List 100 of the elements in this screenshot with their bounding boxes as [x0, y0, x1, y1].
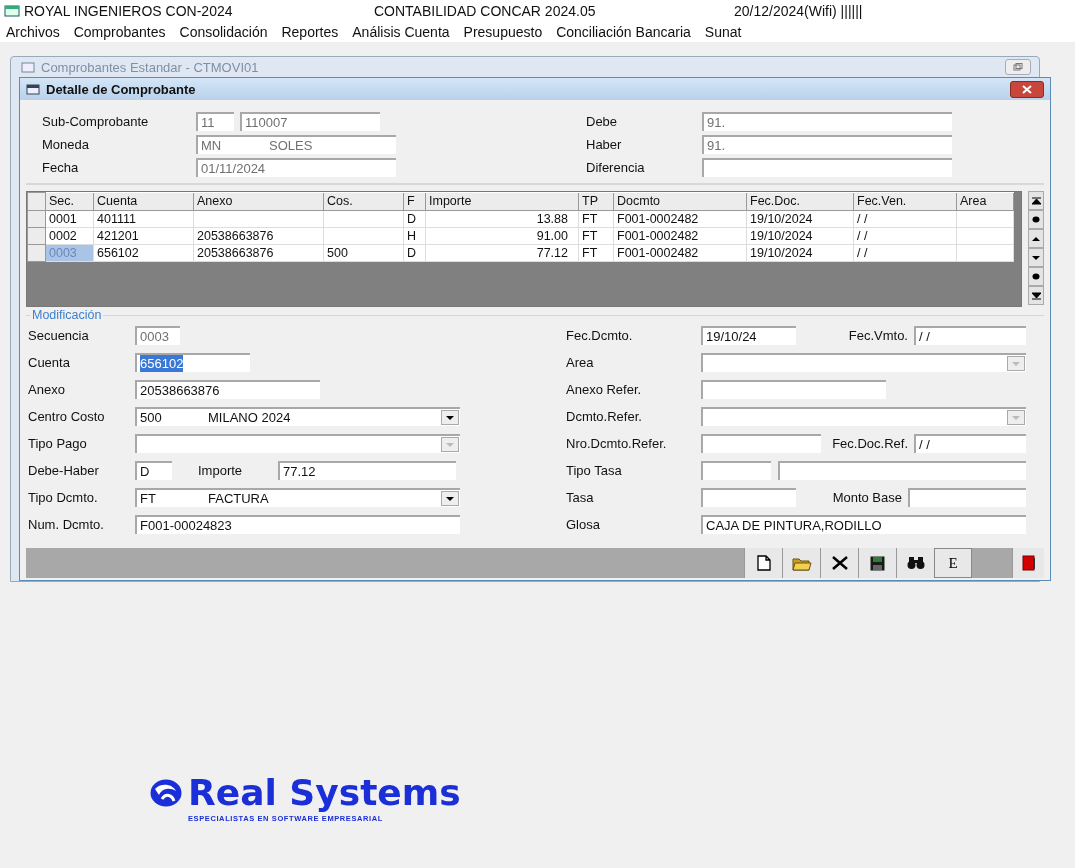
dropdown-field[interactable] [701, 353, 1026, 372]
column-header[interactable]: Fec.Doc. [746, 192, 854, 211]
dropdown-field[interactable] [701, 407, 1026, 426]
menu-item[interactable]: Presupuesto [463, 24, 543, 40]
menu-item[interactable]: Conciliación Bancaria [556, 24, 691, 40]
blank-page-icon [756, 555, 771, 571]
dot-icon [1032, 216, 1040, 223]
window-title: Comprobantes Estandar - CTMOVI01 [41, 59, 259, 75]
column-header[interactable]: Cos. [323, 192, 404, 211]
text-field[interactable]: F001-00024823 [135, 515, 460, 534]
table-cell: 91.00 [425, 227, 579, 245]
field-label: Tipo Dcmto. [27, 490, 99, 505]
restore-icon [1013, 63, 1023, 71]
table-cell: FT [578, 244, 614, 262]
save-button[interactable] [858, 548, 896, 578]
text-field[interactable] [908, 488, 1026, 507]
dropdown-field[interactable] [135, 434, 460, 453]
menu-item[interactable]: Consolidación [179, 24, 268, 40]
column-header[interactable]: Anexo [193, 192, 324, 211]
field-label: Centro Costo [27, 409, 106, 424]
text-field[interactable]: 656102 [135, 353, 250, 372]
table-cell: 20538663876 [193, 227, 324, 245]
menu-item[interactable]: Comprobantes [73, 24, 166, 40]
table-cell: D [403, 210, 426, 228]
field-label: Moneda [41, 137, 90, 152]
table-cell: FT [578, 210, 614, 228]
field-label: Dcmto.Refer. [566, 409, 643, 424]
text-field[interactable] [701, 380, 886, 399]
text-field[interactable] [778, 461, 1026, 480]
column-header[interactable]: Cuenta [93, 192, 194, 211]
field-label: Cuenta [27, 355, 71, 370]
logo-mark-icon [150, 779, 182, 807]
text-field[interactable] [701, 461, 771, 480]
text-field[interactable]: 20538663876 [135, 380, 320, 399]
page-down-button[interactable] [1028, 267, 1044, 286]
open-button[interactable] [782, 548, 820, 578]
text-field[interactable] [701, 434, 821, 453]
column-header[interactable]: Importe [425, 192, 579, 211]
section-title: Modificación [30, 308, 104, 322]
previous-button[interactable] [1028, 229, 1044, 248]
table-cell: 0002 [45, 227, 94, 245]
close-button[interactable] [1010, 80, 1044, 98]
text-field[interactable]: D [135, 461, 172, 480]
last-icon [1031, 291, 1041, 300]
first-record-button[interactable] [1028, 191, 1044, 210]
window-icon [26, 83, 40, 95]
dropdown-field[interactable]: FT FACTURA [135, 488, 460, 507]
text-field[interactable]: 77.12 [278, 461, 456, 480]
new-button[interactable] [744, 548, 782, 578]
table-cell: H [403, 227, 426, 245]
field-label: Diferencia [586, 160, 646, 175]
field-label: Tasa [566, 490, 595, 505]
dialog-title: Detalle de Comprobante [46, 81, 196, 97]
column-header[interactable]: Area [956, 192, 1014, 211]
table-cell: F001-0002482 [613, 244, 747, 262]
text-field[interactable]: CAJA DE PINTURA,RODILLO [701, 515, 1026, 534]
restore-button[interactable] [1005, 59, 1031, 75]
page-up-button[interactable] [1028, 210, 1044, 229]
dropdown-field[interactable]: 500 MILANO 2024 [135, 407, 460, 426]
exit-door-icon [1021, 555, 1036, 571]
menu-item[interactable]: Sunat [704, 24, 742, 40]
find-button[interactable] [896, 548, 934, 578]
column-header[interactable]: Sec. [45, 192, 94, 211]
delete-button[interactable] [820, 548, 858, 578]
delete-icon [831, 556, 848, 570]
field-label: Tipo Tasa [566, 463, 623, 478]
field-label: Haber [586, 137, 623, 152]
table-cell: 19/10/2024 [746, 210, 854, 228]
column-header[interactable]: Docmto [613, 192, 747, 211]
field-label: Fec.Dcmto. [566, 328, 634, 343]
binoculars-icon [906, 556, 925, 570]
table-cell: 77.12 [425, 244, 579, 262]
logo-wordmark: Real Systems [188, 772, 461, 814]
text-field[interactable]: / / [914, 434, 1026, 453]
letter-button[interactable]: E [934, 548, 972, 578]
text-field[interactable] [702, 158, 952, 177]
table-cell: FT [578, 227, 614, 245]
table-cell: 19/10/2024 [746, 227, 854, 245]
exit-button[interactable] [1012, 548, 1044, 578]
text-field[interactable]: 19/10/24 [701, 326, 796, 345]
table-cell: D [403, 244, 426, 262]
field-label: Fec.Vmto. [848, 328, 909, 343]
window-icon [21, 61, 35, 73]
table-cell: 13.88 [425, 210, 579, 228]
table-cell: 500 [323, 244, 404, 262]
folder-icon [791, 555, 812, 571]
column-header[interactable]: TP [578, 192, 614, 211]
menu-item[interactable]: Análisis Cuenta [352, 24, 450, 40]
text-field[interactable]: / / [914, 326, 1026, 345]
column-header[interactable]: Fec.Ven. [853, 192, 957, 211]
menu-item[interactable]: Reportes [281, 24, 339, 40]
field-label: Fecha [41, 160, 80, 175]
table-cell: / / [853, 210, 957, 228]
table-cell: 19/10/2024 [746, 244, 854, 262]
text-field[interactable] [701, 488, 796, 507]
column-header[interactable]: F [403, 192, 426, 211]
menu-item[interactable]: Archivos [6, 24, 60, 40]
table-cell: 656102 [93, 244, 194, 262]
next-button[interactable] [1028, 248, 1044, 267]
last-record-button[interactable] [1028, 286, 1044, 305]
